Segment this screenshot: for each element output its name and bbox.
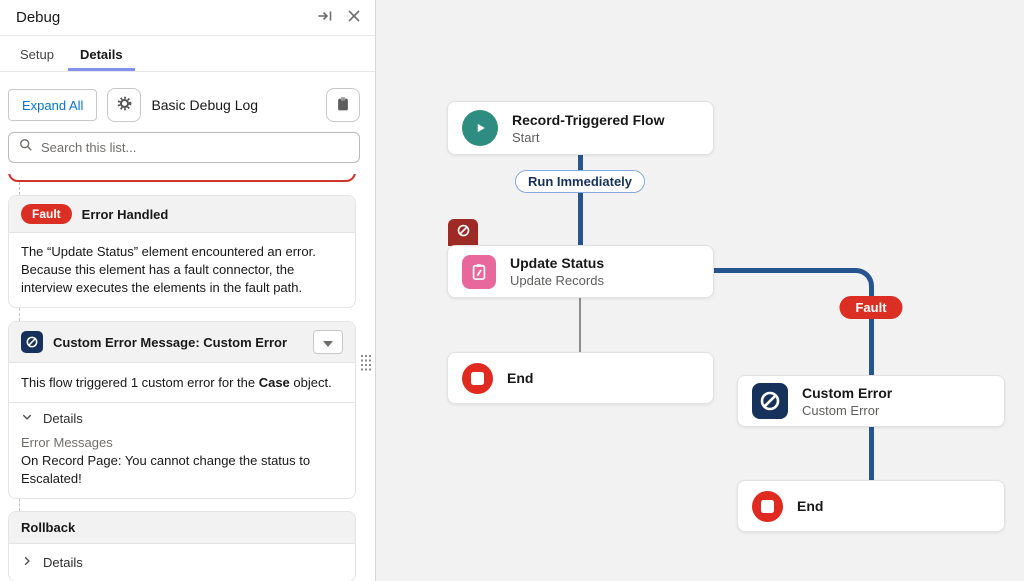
run-immediately-label: Run Immediately — [515, 170, 645, 193]
node-title: Custom Error — [802, 384, 892, 402]
custom-error-title: Custom Error Message: Custom Error — [53, 335, 287, 350]
error-handled-header: Fault Error Handled — [9, 196, 355, 233]
custom-error-menu-button[interactable] — [313, 330, 343, 354]
close-panel-button[interactable] — [347, 9, 361, 26]
chevron-down-icon — [21, 411, 33, 426]
expand-all-button[interactable]: Expand All — [8, 89, 97, 121]
play-icon — [462, 110, 498, 146]
chevron-right-icon — [21, 555, 33, 570]
node-start[interactable]: Record-Triggered Flow Start — [447, 101, 714, 155]
pin-panel-button[interactable] — [317, 8, 333, 27]
panel-header: Debug — [0, 0, 375, 36]
node-end-right[interactable]: End — [737, 480, 1005, 532]
panel-title: Debug — [16, 9, 60, 26]
pin-icon — [317, 8, 333, 27]
object-name: Case — [259, 375, 290, 390]
error-handled-title: Error Handled — [82, 207, 169, 222]
update-status-error-tab — [448, 219, 478, 246]
timeline-dash — [19, 499, 356, 511]
error-messages-block: Error Messages On Record Page: You canno… — [9, 434, 355, 498]
panel-tabs: Setup Details — [0, 36, 375, 72]
node-title: Update Status — [510, 254, 604, 272]
debug-log-name: Basic Debug Log — [151, 97, 258, 113]
flow-canvas[interactable]: Run Immediately Fault Record-Triggered F… — [376, 0, 1024, 581]
flow-debug-app: Debug — [0, 0, 1024, 581]
error-handled-body: The “Update Status” element encountered … — [9, 233, 355, 307]
fault-label: Fault — [839, 296, 902, 319]
panel-resize-handle[interactable] — [361, 355, 371, 376]
search-row — [0, 132, 375, 174]
node-title: End — [507, 369, 533, 387]
fault-badge: Fault — [21, 204, 72, 224]
node-subtitle: Update Records — [510, 272, 604, 289]
rollback-card: Rollback Details — [8, 511, 356, 581]
node-title: Record-Triggered Flow — [512, 111, 664, 129]
clipboard-icon — [334, 95, 352, 116]
dropdown-icon — [323, 335, 333, 350]
update-records-icon — [462, 255, 496, 289]
close-icon — [347, 9, 361, 26]
error-handled-card: Fault Error Handled The “Update Status” … — [8, 195, 356, 308]
search-icon — [19, 138, 33, 157]
node-title: End — [797, 497, 823, 515]
search-input[interactable] — [41, 140, 349, 155]
debug-settings-button[interactable] — [107, 88, 141, 122]
node-custom-error[interactable]: Custom Error Custom Error — [737, 375, 1005, 427]
connector-update-to-end — [579, 298, 581, 352]
end-icon — [462, 363, 493, 394]
node-end-left[interactable]: End — [447, 352, 714, 404]
no-entry-icon — [456, 223, 471, 243]
connector-start-to-update — [578, 155, 583, 247]
debug-panel: Debug — [0, 0, 376, 581]
rollback-details-toggle[interactable]: Details — [9, 544, 355, 581]
node-subtitle: Custom Error — [802, 402, 892, 419]
node-update-status[interactable]: Update Status Update Records — [447, 245, 714, 298]
copy-log-button[interactable] — [326, 88, 360, 122]
custom-error-summary: This flow triggered 1 custom error for t… — [9, 363, 355, 403]
tab-details[interactable]: Details — [68, 36, 135, 71]
rollback-title: Rollback — [21, 520, 75, 535]
end-icon — [752, 491, 783, 522]
timeline-dash — [19, 182, 356, 195]
tab-setup[interactable]: Setup — [8, 36, 66, 71]
custom-error-details-toggle[interactable]: Details — [9, 403, 355, 434]
node-subtitle: Start — [512, 129, 664, 146]
gear-icon — [116, 95, 133, 115]
debug-log-list: Fault Error Handled The “Update Status” … — [0, 174, 375, 581]
timeline-dash — [19, 308, 356, 321]
custom-error-header: Custom Error Message: Custom Error — [9, 322, 355, 363]
drag-handle-icon — [361, 358, 371, 375]
error-message-text: On Record Page: You cannot change the st… — [21, 452, 343, 488]
error-messages-label: Error Messages — [21, 434, 343, 452]
rollback-header: Rollback — [9, 512, 355, 544]
custom-error-card: Custom Error Message: Custom Error This … — [8, 321, 356, 499]
scrolled-error-card — [8, 174, 356, 182]
panel-toolbar: Expand All Basic Debug Log — [0, 72, 375, 132]
search-box — [8, 132, 360, 163]
no-entry-icon — [752, 383, 788, 419]
no-entry-icon — [21, 331, 43, 353]
